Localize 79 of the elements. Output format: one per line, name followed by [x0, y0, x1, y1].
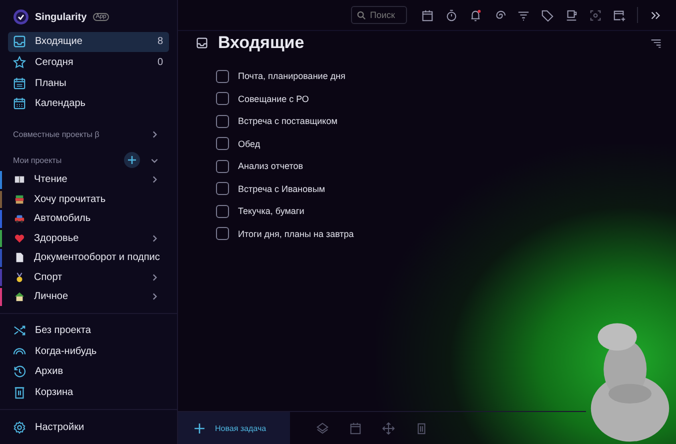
project-item[interactable]: Личное [0, 287, 177, 307]
move-icon[interactable] [382, 422, 395, 434]
nav-item[interactable]: Когда-нибудь [8, 341, 169, 361]
item-count: 8 [157, 36, 163, 48]
settings-item[interactable]: Настройки [8, 417, 169, 437]
logo-icon [13, 9, 29, 25]
calendar-icon [13, 76, 26, 90]
chevron-right-icon[interactable] [150, 272, 159, 282]
inbox-icon [13, 35, 26, 48]
inbox-icon [196, 37, 208, 49]
focus-icon[interactable] [589, 8, 602, 22]
task-checkbox[interactable] [216, 92, 229, 106]
nav-item[interactable]: Сегодня 0 [8, 52, 169, 72]
sort-icon[interactable] [650, 37, 662, 49]
tag-icon[interactable] [541, 8, 554, 22]
task-checkbox[interactable] [216, 137, 229, 150]
task-checkbox[interactable] [216, 227, 229, 240]
task-title[interactable]: Почта, планирование дня [238, 71, 346, 82]
task-title[interactable]: Текучка, бумаги [238, 206, 304, 216]
search-icon [357, 11, 366, 20]
plus-icon [194, 422, 205, 434]
layers-icon[interactable] [316, 422, 329, 434]
trash-icon [13, 386, 26, 399]
cup-icon[interactable] [565, 8, 578, 22]
car-icon [14, 213, 25, 224]
task-checkbox[interactable] [216, 182, 229, 196]
task-title[interactable]: Совещание с РО [238, 94, 309, 104]
task-title[interactable]: Анализ отчетов [238, 161, 304, 172]
spiral-icon[interactable] [493, 8, 506, 22]
nav-item[interactable]: Планы [8, 73, 169, 94]
nav-item[interactable]: Без проекта [8, 320, 169, 340]
section-label[interactable]: Совместные проекты β [13, 130, 144, 140]
project-item[interactable]: Документооборот и подпис [0, 248, 177, 268]
task-title[interactable]: Встреча с поставщиком [238, 116, 338, 126]
task-title[interactable]: Встреча с Ивановым [238, 184, 326, 194]
medal-icon [14, 272, 25, 283]
task-checkbox[interactable] [216, 70, 229, 83]
section-label: Мои проекты [13, 156, 63, 165]
task-title[interactable]: Итоги дня, планы на завтра [238, 228, 354, 239]
settings-icon [13, 420, 26, 434]
history-icon [13, 365, 26, 378]
nav-item[interactable]: Входящие 8 [8, 32, 169, 52]
task-title[interactable]: Обед [238, 138, 260, 149]
calendar-icon [13, 97, 26, 110]
document-icon [14, 252, 25, 264]
search-field[interactable]: Поиск [351, 6, 407, 24]
books-icon [14, 194, 25, 205]
timer-icon[interactable] [445, 8, 458, 22]
chevron-right-icon[interactable] [150, 175, 159, 184]
nav-item[interactable]: Календарь [8, 94, 169, 114]
project-item[interactable]: Чтение [0, 170, 177, 190]
bell-icon[interactable] [469, 8, 482, 22]
project-item[interactable]: Здоровье [0, 228, 177, 248]
house-icon [14, 291, 25, 302]
shuffle-icon [13, 324, 26, 337]
filter-icon[interactable] [517, 8, 530, 22]
book-icon [14, 174, 25, 186]
trash-icon[interactable] [415, 422, 428, 434]
task-checkbox[interactable] [216, 204, 229, 218]
new-task-button[interactable]: Новая задача [178, 412, 290, 444]
page-title: Входящие [218, 33, 306, 53]
chevron-right-icon[interactable] [150, 234, 159, 243]
calendar-icon[interactable] [421, 8, 434, 22]
task-checkbox[interactable] [216, 114, 229, 128]
star-icon [13, 56, 26, 70]
task-checkbox[interactable] [216, 160, 229, 173]
app-name: Singularity [35, 12, 87, 22]
item-count: 0 [157, 57, 163, 68]
project-item[interactable]: Хочу прочитать [0, 190, 177, 210]
window-add-icon[interactable] [613, 8, 626, 22]
project-item[interactable]: Спорт [0, 268, 177, 288]
nav-item[interactable]: Архив [8, 362, 169, 382]
chevron-right-icon[interactable] [150, 292, 159, 302]
chevron-right-icon[interactable] [150, 130, 159, 140]
plus-icon [127, 155, 137, 166]
add-project-button[interactable] [124, 152, 140, 168]
project-item[interactable]: Автомобиль [0, 209, 177, 229]
heart-icon [14, 232, 25, 244]
nav-item[interactable]: Корзина [8, 382, 169, 402]
